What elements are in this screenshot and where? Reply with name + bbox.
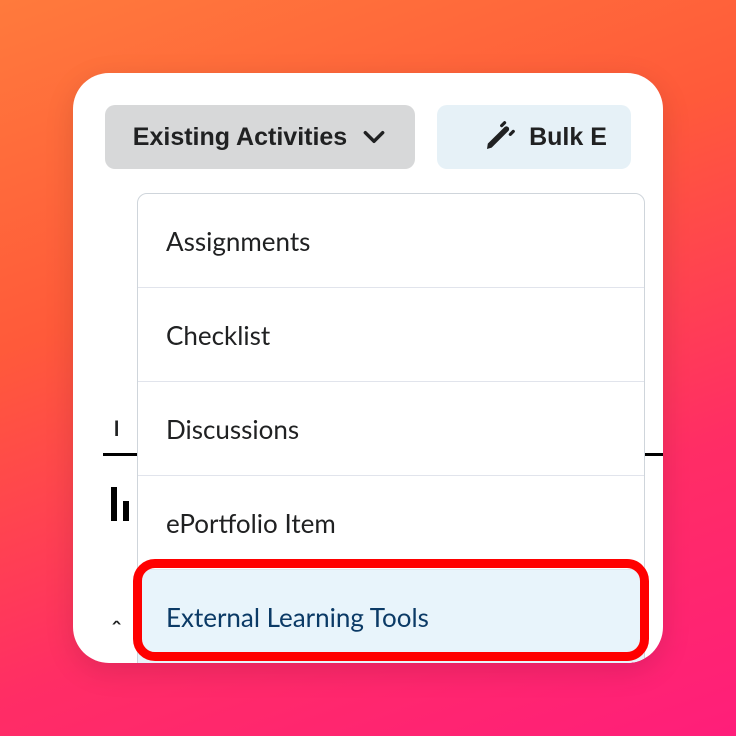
dropdown-item-label: Checklist [166, 319, 270, 351]
dropdown-item-label: Assignments [166, 225, 310, 257]
existing-activities-button[interactable]: Existing Activities [105, 105, 415, 169]
app-card: Existing Activities Bulk E ı ˆ [73, 73, 663, 663]
dropdown-item-assignments[interactable]: Assignments [138, 194, 644, 288]
dropdown-item-discussions[interactable]: Discussions [138, 382, 644, 476]
dropdown-item-eportfolio[interactable]: ePortfolio Item [138, 476, 644, 570]
obscured-text: ˆ [111, 613, 122, 647]
bulk-edit-label: Bulk E [529, 123, 607, 152]
obscured-icon [111, 487, 129, 521]
existing-activities-dropdown: Assignments Checklist Discussions ePortf… [137, 193, 645, 663]
bulk-edit-button[interactable]: Bulk E [437, 105, 631, 169]
pen-edit-icon [483, 121, 515, 153]
dropdown-item-checklist[interactable]: Checklist [138, 288, 644, 382]
obscured-text: ı [113, 407, 120, 443]
dropdown-item-external-learning-tools[interactable]: External Learning Tools [138, 570, 644, 663]
toolbar: Existing Activities Bulk E [73, 105, 663, 169]
dropdown-item-label: ePortfolio Item [166, 507, 336, 539]
existing-activities-label: Existing Activities [133, 123, 347, 152]
dropdown-item-label: Discussions [166, 413, 299, 445]
dropdown-item-label: External Learning Tools [166, 601, 429, 633]
chevron-down-icon [361, 124, 387, 150]
